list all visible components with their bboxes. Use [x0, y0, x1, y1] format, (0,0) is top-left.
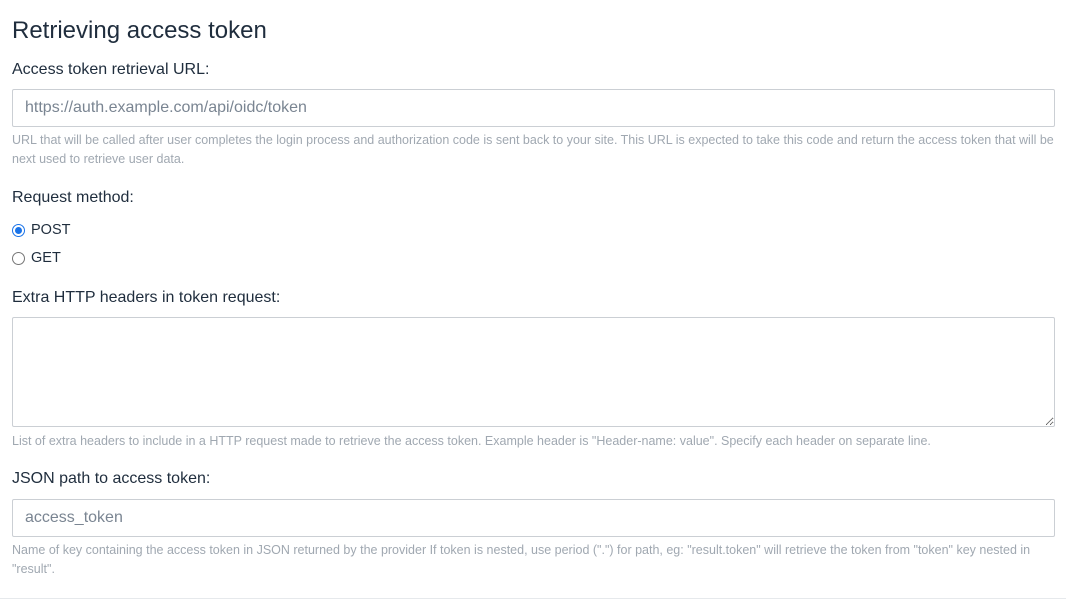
radio-post[interactable] — [12, 223, 25, 237]
extra-headers-help: List of extra headers to include in a HT… — [12, 434, 931, 448]
section-title: Retrieving access token — [12, 17, 267, 44]
radio-option-post[interactable]: POST — [12, 220, 70, 240]
radio-get[interactable] — [12, 251, 25, 265]
extra-headers-label: Extra HTTP headers in token request: — [12, 289, 281, 306]
radio-post-label: POST — [31, 222, 71, 238]
request-method-label: Request method: — [12, 189, 134, 206]
extra-headers-textarea[interactable] — [12, 317, 1055, 427]
json-path-input[interactable] — [12, 499, 1055, 537]
bottom-divider — [0, 598, 1066, 599]
json-path-help: Name of key containing the access token … — [12, 543, 1031, 576]
token-settings-page: Retrieving access token Access token ret… — [0, 0, 1066, 600]
token-url-input[interactable] — [12, 89, 1055, 127]
radio-option-get[interactable]: GET — [12, 248, 61, 268]
radio-get-label: GET — [31, 250, 61, 266]
json-path-label: JSON path to access token: — [12, 470, 211, 487]
token-url-help: URL that will be called after user compl… — [12, 133, 1054, 166]
token-url-label: Access token retrieval URL: — [12, 61, 210, 78]
